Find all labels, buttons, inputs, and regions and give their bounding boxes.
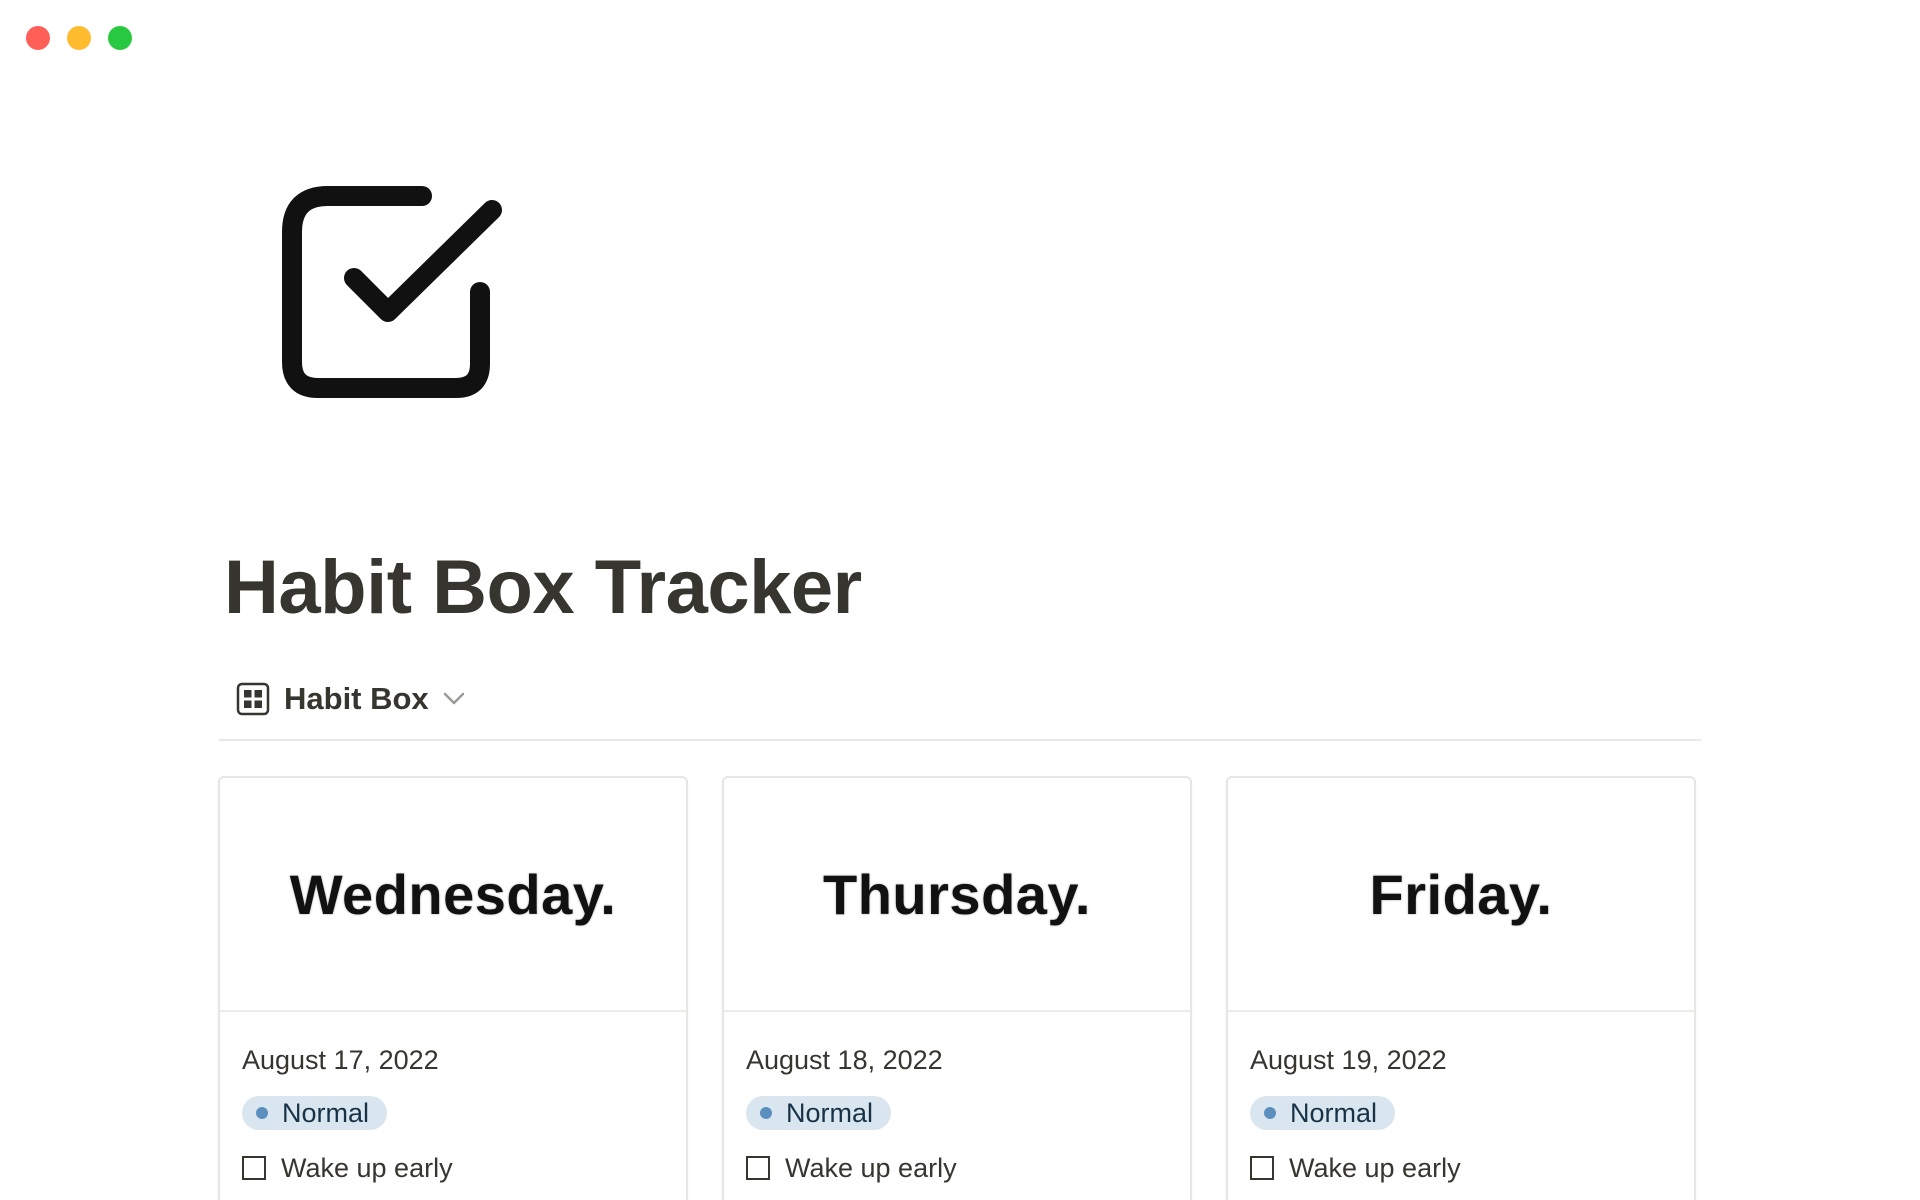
status-tag: Normal [242,1096,388,1130]
card-date: August 17, 2022 [242,1045,439,1075]
card-body: August 17, 2022 Normal Wake up early [220,1012,686,1186]
habit-row: Wake up early [1250,1150,1672,1186]
card-body: August 19, 2022 Normal Wake up early [1228,1012,1694,1186]
status-tag-label: Normal [1290,1097,1378,1128]
habit-row: Wake up early [746,1150,1168,1186]
habit-checkbox[interactable] [746,1156,770,1180]
card-cover-text: Wednesday. [289,862,617,926]
gallery-card[interactable]: Friday. August 19, 2022 Normal Wake up e… [1226,776,1696,1200]
card-date: August 19, 2022 [1250,1045,1447,1075]
tag-dot-icon [256,1107,268,1119]
app-window: Habit Box Tracker Habit Box Wednesday. A… [0,0,1920,1200]
habit-label: Wake up early [785,1152,957,1183]
gallery-view: Wednesday. August 17, 2022 Normal Wake u… [218,776,1696,1200]
chevron-down-icon[interactable] [443,692,465,706]
habit-row: Wake up early [242,1150,664,1186]
close-window-button[interactable] [26,26,50,50]
status-tag: Normal [1250,1096,1396,1130]
view-divider [219,739,1701,741]
window-controls [26,26,132,50]
card-date: August 18, 2022 [746,1045,943,1075]
status-tag-label: Normal [786,1097,874,1128]
habit-checkbox[interactable] [1250,1156,1274,1180]
gallery-card[interactable]: Thursday. August 18, 2022 Normal Wake up… [722,776,1192,1200]
gallery-card[interactable]: Wednesday. August 17, 2022 Normal Wake u… [218,776,688,1200]
card-cover-text: Thursday. [823,862,1091,926]
card-cover: Friday. [1228,778,1694,1012]
card-cover: Thursday. [724,778,1190,1012]
card-body: August 18, 2022 Normal Wake up early [724,1012,1190,1186]
view-label: Habit Box [284,681,429,716]
checkbox-checked-icon[interactable] [280,184,506,404]
habit-checkbox[interactable] [242,1156,266,1180]
maximize-window-button[interactable] [108,26,132,50]
habit-label: Wake up early [281,1152,453,1183]
status-tag: Normal [746,1096,892,1130]
tag-dot-icon [1264,1107,1276,1119]
card-cover: Wednesday. [220,778,686,1012]
page-title[interactable]: Habit Box Tracker [224,548,862,628]
card-cover-text: Friday. [1369,862,1553,926]
habit-label: Wake up early [1289,1152,1461,1183]
gallery-grid-icon [236,682,270,716]
status-tag-label: Normal [282,1097,370,1128]
view-switcher[interactable]: Habit Box [236,678,465,720]
minimize-window-button[interactable] [67,26,91,50]
tag-dot-icon [760,1107,772,1119]
